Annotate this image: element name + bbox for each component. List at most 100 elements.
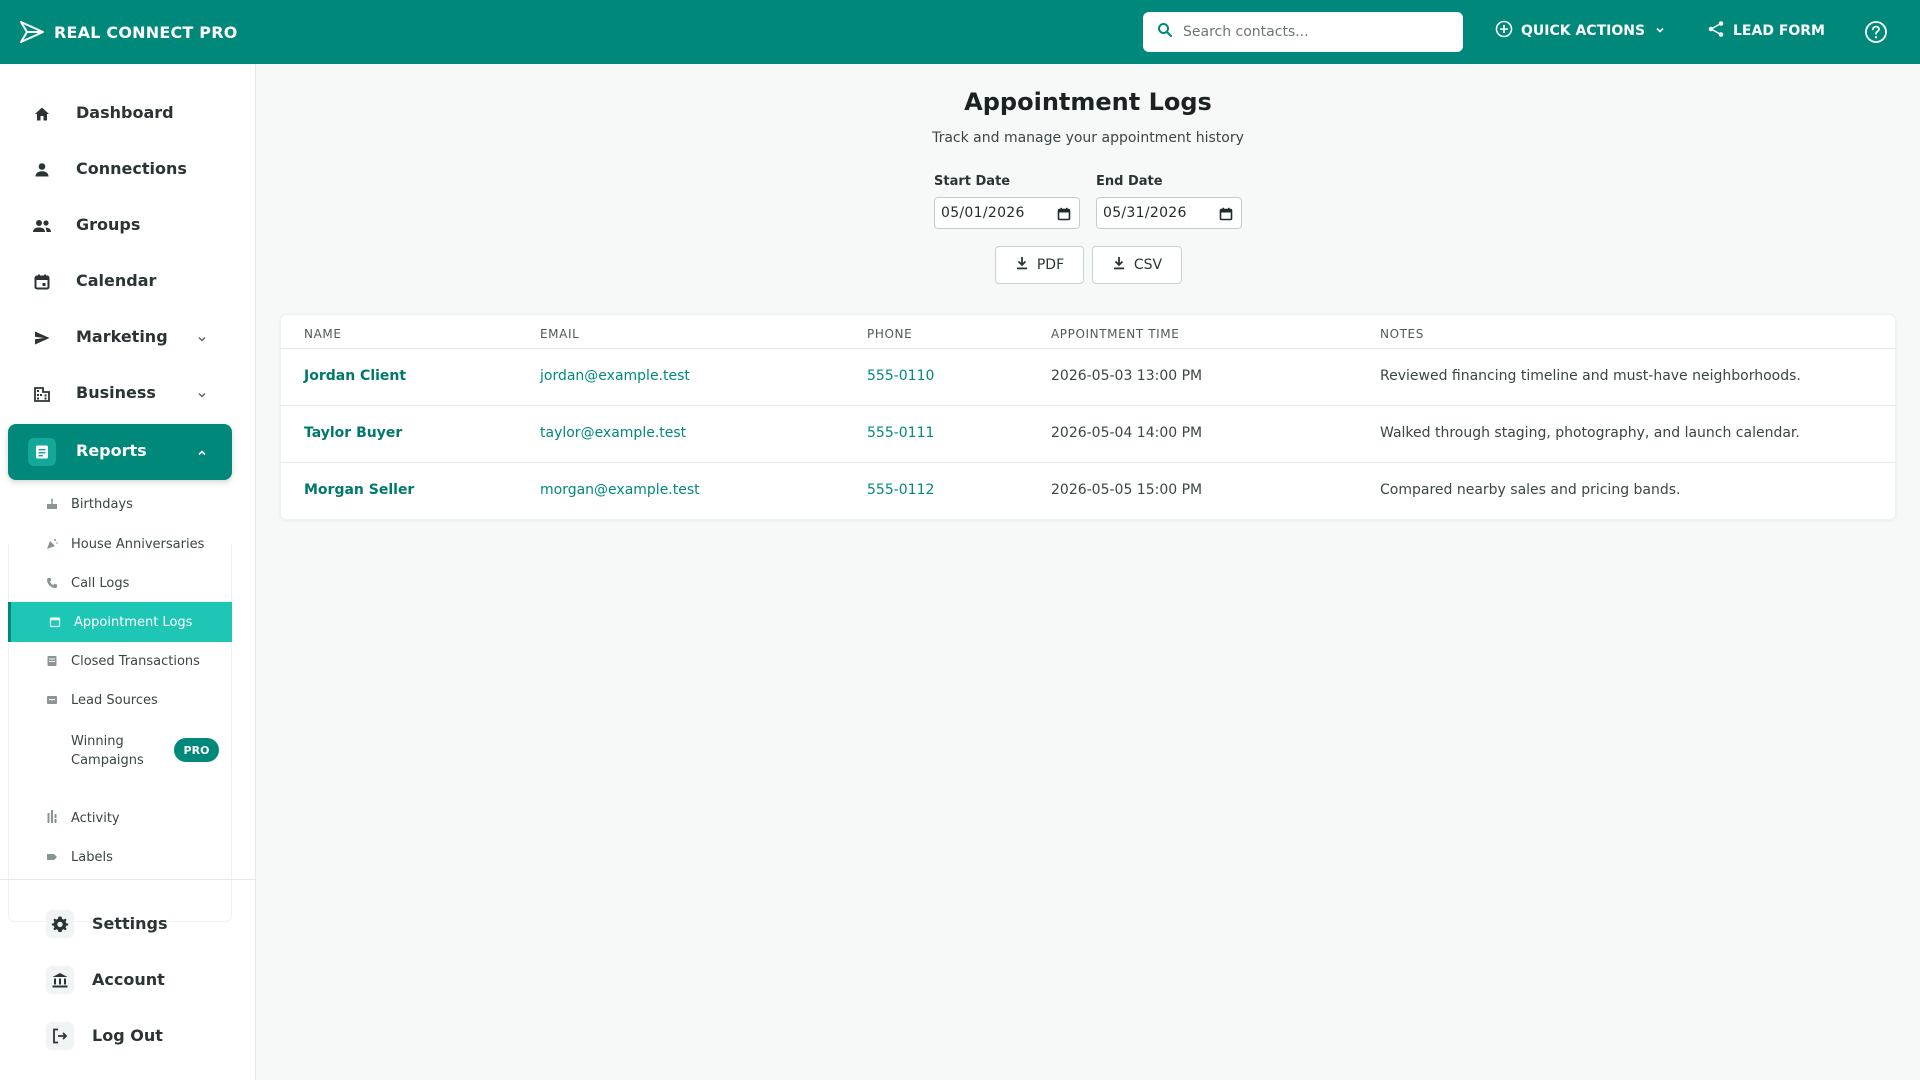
chevron-down-icon [196, 330, 208, 349]
sidebar-item-label: Groups [76, 215, 141, 234]
table-row[interactable]: Taylor Buyer taylor@example.test 555-011… [280, 405, 1896, 462]
email-link[interactable]: morgan@example.test [540, 482, 700, 498]
label-icon [45, 850, 59, 864]
lead-form-button[interactable]: LEAD FORM [1707, 20, 1825, 42]
report-item-label: Closed Transactions [71, 653, 200, 669]
sidebar-item-business[interactable]: Business [8, 366, 232, 422]
chevron-up-icon [196, 444, 208, 463]
receipt-icon [45, 654, 59, 668]
add-circle-icon [1495, 20, 1513, 42]
report-item-label: Appointment Logs [74, 614, 193, 630]
sidebar-item-label: Account [92, 970, 165, 989]
sidebar-item-dashboard[interactable]: Dashboard [8, 86, 232, 142]
sidebar-item-marketing[interactable]: Marketing [8, 310, 232, 366]
column-header-notes[interactable]: NOTES [1380, 314, 1424, 348]
appointment-time: 2026-05-05 15:00 PM [1051, 482, 1203, 498]
inbox-icon [45, 693, 59, 707]
export-csv-button[interactable]: CSV [1092, 246, 1182, 284]
start-date-group: Start Date 05/01/2026 [934, 174, 1080, 229]
sidebar-item-calendar[interactable]: Calendar [8, 254, 232, 310]
pro-badge: PRO [174, 738, 219, 762]
report-item-labels[interactable]: Labels [8, 837, 232, 877]
email-link[interactable]: jordan@example.test [540, 368, 690, 384]
column-header-appointment-time[interactable]: APPOINTMENT TIME [1051, 314, 1179, 348]
report-item-label: Labels [71, 849, 113, 865]
contact-name-link[interactable]: Morgan Seller [304, 482, 414, 498]
app-name: REAL CONNECT PRO [54, 22, 238, 42]
contact-name-link[interactable]: Taylor Buyer [304, 425, 402, 441]
sidebar-item-label: Reports [76, 441, 147, 460]
page-title: Appointment Logs [964, 88, 1212, 116]
table-row[interactable]: Jordan Client jordan@example.test 555-01… [280, 348, 1896, 405]
email-link[interactable]: taylor@example.test [540, 425, 686, 441]
appointment-time: 2026-05-04 14:00 PM [1051, 425, 1203, 441]
report-item-label: Activity [71, 810, 120, 826]
quick-actions-label: QUICK ACTIONS [1521, 23, 1646, 39]
quick-actions-button[interactable]: QUICK ACTIONS [1495, 20, 1665, 42]
sidebar-item-label: Marketing [76, 327, 168, 346]
search-box[interactable] [1143, 12, 1463, 52]
group-icon [28, 212, 56, 240]
help-icon[interactable] [1864, 20, 1888, 44]
report-item-label: Winning Campaigns [71, 734, 144, 768]
sidebar: Dashboard Connections Groups Calendar Ma… [0, 64, 256, 1080]
person-icon [28, 156, 56, 184]
sidebar-item-log-out[interactable]: Log Out [8, 1012, 232, 1060]
start-date-value: 05/01/2026 [941, 205, 1025, 221]
cake-icon [45, 497, 59, 511]
start-date-input[interactable]: 05/01/2026 [934, 197, 1080, 229]
sidebar-item-label: Settings [92, 914, 168, 933]
report-item-label: Call Logs [71, 575, 130, 591]
column-header-name[interactable]: NAME [304, 314, 342, 348]
sidebar-item-connections[interactable]: Connections [8, 142, 232, 198]
report-item-closed-transactions[interactable]: Closed Transactions [8, 641, 232, 681]
report-item-house-anniversaries[interactable]: House Anniversaries [8, 524, 232, 564]
search-input[interactable] [1183, 24, 1453, 40]
search-icon [1157, 22, 1173, 42]
download-icon [1015, 256, 1029, 274]
report-item-appointment-logs[interactable]: Appointment Logs [8, 602, 232, 642]
phone-link[interactable]: 555-0110 [867, 368, 934, 384]
report-icon [28, 438, 56, 466]
calendar-icon[interactable] [1057, 206, 1071, 225]
phone-link[interactable]: 555-0112 [867, 482, 934, 498]
sidebar-item-reports[interactable]: Reports [8, 424, 232, 480]
sidebar-item-settings[interactable]: Settings [8, 900, 232, 948]
appointment-notes: Reviewed financing timeline and must-hav… [1380, 368, 1801, 384]
gear-icon [46, 910, 74, 938]
end-date-label: End Date [1096, 174, 1163, 189]
end-date-group: End Date 05/31/2026 [1096, 174, 1242, 229]
pdf-label: PDF [1036, 257, 1065, 273]
lead-form-label: LEAD FORM [1733, 23, 1825, 39]
sidebar-item-account[interactable]: Account [8, 956, 232, 1004]
logout-icon [46, 1022, 74, 1050]
report-item-lead-sources[interactable]: Lead Sources [8, 680, 232, 720]
page-subtitle: Track and manage your appointment histor… [932, 130, 1244, 146]
chevron-down-icon [196, 386, 208, 405]
start-date-label: Start Date [934, 174, 1011, 189]
table-row[interactable]: Morgan Seller morgan@example.test 555-01… [280, 462, 1896, 519]
contact-name-link[interactable]: Jordan Client [304, 368, 406, 384]
sidebar-item-label: Connections [76, 159, 187, 178]
sidebar-item-label: Calendar [76, 271, 157, 290]
phone-link[interactable]: 555-0111 [867, 425, 934, 441]
report-item-call-logs[interactable]: Call Logs [8, 563, 232, 603]
report-item-label: Lead Sources [71, 692, 158, 708]
phone-icon [45, 576, 59, 590]
sidebar-divider [0, 879, 256, 880]
appointment-time: 2026-05-03 13:00 PM [1051, 368, 1203, 384]
report-item-activity[interactable]: Activity [8, 798, 232, 838]
sidebar-item-groups[interactable]: Groups [8, 198, 232, 254]
report-item-birthdays[interactable]: Birthdays [8, 484, 232, 524]
top-app-bar: REAL CONNECT PRO QUICK ACTIONS LEAD FORM [0, 0, 1920, 64]
bar-chart-icon [45, 811, 59, 825]
building-icon [28, 380, 56, 408]
appointment-notes: Walked through staging, photography, and… [1380, 425, 1800, 441]
brand-logo-icon [18, 18, 46, 46]
brand[interactable]: REAL CONNECT PRO [18, 18, 238, 46]
end-date-input[interactable]: 05/31/2026 [1096, 197, 1242, 229]
calendar-icon[interactable] [1219, 206, 1233, 225]
column-header-email[interactable]: EMAIL [540, 314, 579, 348]
column-header-phone[interactable]: PHONE [867, 314, 912, 348]
export-pdf-button[interactable]: PDF [995, 246, 1084, 284]
